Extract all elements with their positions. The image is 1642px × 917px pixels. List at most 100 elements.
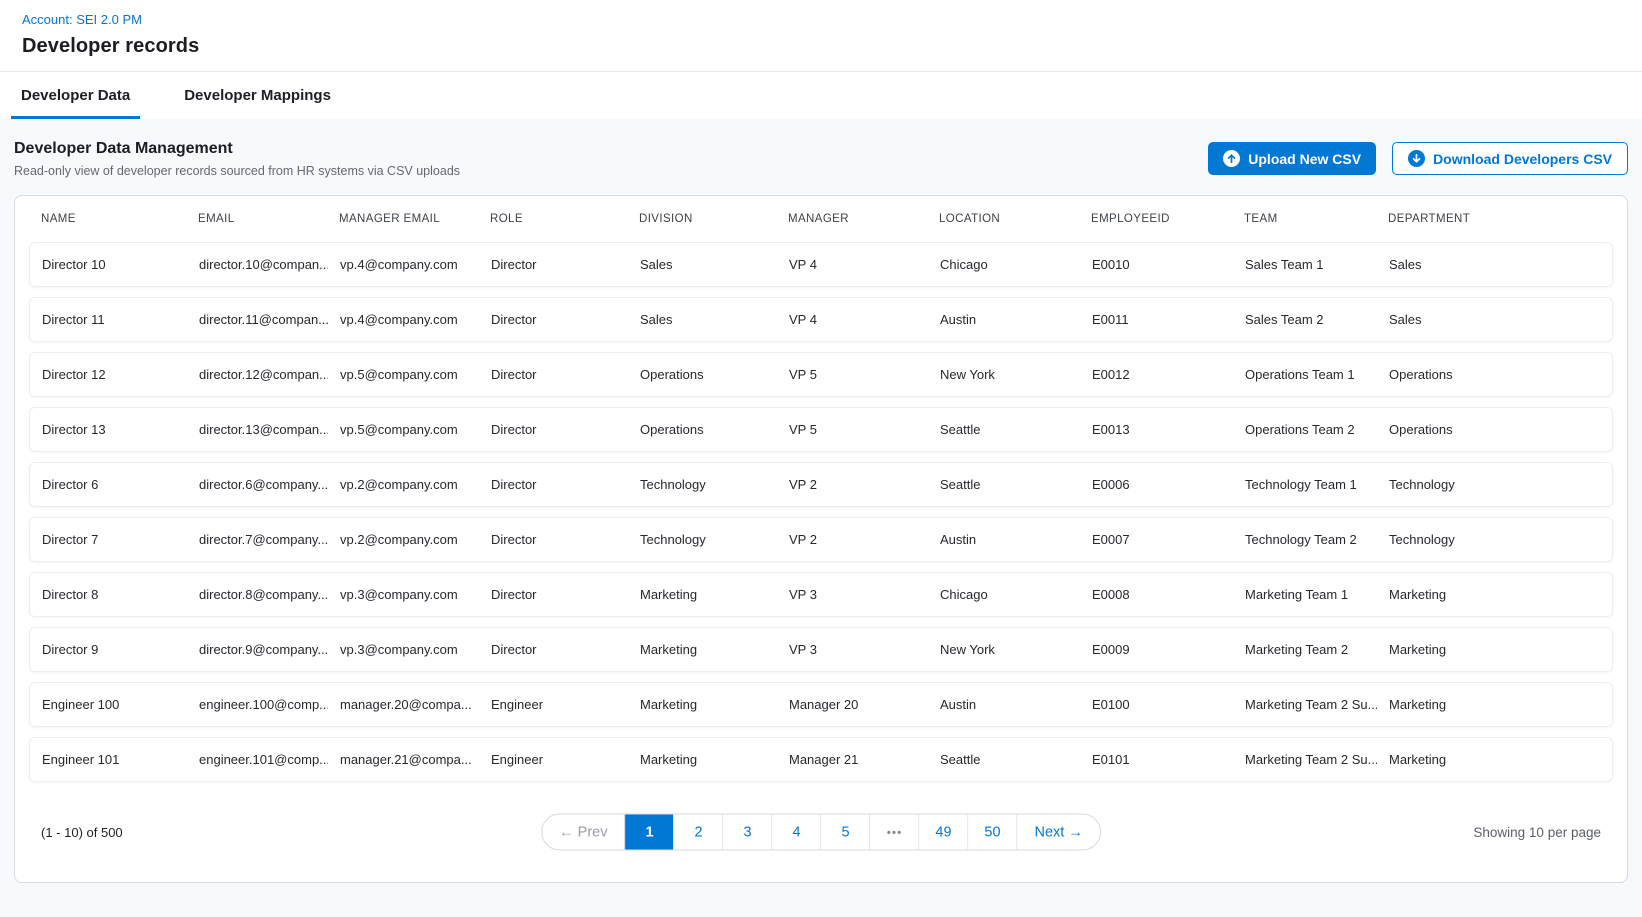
table-cell: Technology Team 1	[1233, 477, 1377, 492]
table-row: Director 9director.9@company....vp.3@com…	[29, 627, 1613, 672]
table-cell: engineer.101@comp...	[187, 752, 328, 767]
table-cell: vp.5@company.com	[328, 422, 479, 437]
table-cell: VP 2	[777, 532, 928, 547]
developer-data-panel: Developer Data Management Read-only view…	[0, 119, 1642, 917]
table-cell: New York	[928, 642, 1080, 657]
upload-new-csv-button[interactable]: Upload New CSV	[1208, 142, 1376, 175]
table-cell: Marketing	[628, 587, 777, 602]
tab-developer-data[interactable]: Developer Data	[11, 72, 140, 119]
pagination: ← Prev12345•••4950Next →	[541, 814, 1101, 851]
section-header: Developer Data Management Read-only view…	[14, 140, 1628, 178]
table-cell: Sales	[628, 312, 777, 327]
download-developers-csv-button[interactable]: Download Developers CSV	[1392, 142, 1628, 175]
table-cell: director.10@compan...	[187, 257, 328, 272]
table-cell: Director	[479, 587, 628, 602]
table-cell: VP 3	[777, 587, 928, 602]
table-cell: Marketing Team 2 Su...	[1233, 752, 1377, 767]
table-cell: Sales	[1377, 312, 1612, 327]
table-body: Director 10director.10@compan... vp.4@com…	[29, 242, 1613, 782]
table-row: Engineer 101engineer.101@comp...manager.…	[29, 737, 1613, 782]
table-cell: Marketing Team 2 Su...	[1233, 697, 1377, 712]
tab-bar: Developer Data Developer Mappings	[0, 72, 1642, 119]
page-button-2[interactable]: 2	[674, 815, 723, 850]
table-cell: Manager 20	[777, 697, 928, 712]
prev-page-button[interactable]: ← Prev	[542, 815, 624, 850]
table-cell: E0008	[1080, 587, 1233, 602]
table-cell: Director 9	[30, 642, 187, 657]
section-actions: Upload New CSV Download Developers CSV	[1208, 140, 1628, 175]
table-cell: Marketing	[628, 642, 777, 657]
column-header-location: LOCATION	[927, 213, 1079, 225]
table-footer: (1 - 10) of 500 ← Prev12345•••4950Next →…	[29, 782, 1613, 882]
table-cell: manager.20@compa...	[328, 697, 479, 712]
table-cell: Manager 21	[777, 752, 928, 767]
table-cell: Operations	[628, 422, 777, 437]
table-cell: director.7@company....	[187, 532, 328, 547]
column-header-division: DIVISION	[627, 213, 776, 225]
page-button-49[interactable]: 49	[919, 815, 968, 850]
page-button-3[interactable]: 3	[723, 815, 772, 850]
page-button-50[interactable]: 50	[968, 815, 1017, 850]
table-cell: vp.4@company.com	[328, 312, 479, 327]
page-button-1[interactable]: 1	[625, 815, 674, 850]
table-cell: Director 7	[30, 532, 187, 547]
table-cell: Sales Team 1	[1233, 257, 1377, 272]
next-page-button[interactable]: Next →	[1017, 815, 1100, 850]
table-row: Director 7director.7@company....vp.2@com…	[29, 517, 1613, 562]
upload-button-label: Upload New CSV	[1248, 151, 1361, 167]
table-row: Director 13director.13@compan...vp.5@com…	[29, 407, 1613, 452]
table-cell: E0011	[1080, 312, 1233, 327]
table-cell: vp.3@company.com	[328, 642, 479, 657]
table-cell: Director	[479, 367, 628, 382]
table-cell: Director	[479, 312, 628, 327]
table-cell: E0009	[1080, 642, 1233, 657]
tab-developer-mappings[interactable]: Developer Mappings	[174, 72, 341, 119]
table-cell: Seattle	[928, 752, 1080, 767]
table-cell: E0013	[1080, 422, 1233, 437]
table-cell: Austin	[928, 532, 1080, 547]
table-cell: vp.3@company.com	[328, 587, 479, 602]
table-cell: VP 4	[777, 312, 928, 327]
table-cell: Director	[479, 532, 628, 547]
page-button-4[interactable]: 4	[772, 815, 821, 850]
account-breadcrumb-link[interactable]: Account: SEI 2.0 PM	[22, 12, 142, 27]
table-cell: Chicago	[928, 587, 1080, 602]
column-header-employeeid: EMPLOYEEID	[1079, 213, 1232, 225]
table-cell: Marketing Team 1	[1233, 587, 1377, 602]
table-cell: VP 5	[777, 367, 928, 382]
table-cell: Engineer	[479, 697, 628, 712]
table-header: NAMEEMAILMANAGER EMAILROLEDIVISIONMANAGE…	[29, 196, 1613, 242]
table-cell: Director 10	[30, 257, 187, 272]
table-cell: Marketing	[628, 697, 777, 712]
table-row: Director 10director.10@compan...vp.4@com…	[29, 242, 1613, 287]
table-row: Director 6director.6@company....vp.2@com…	[29, 462, 1613, 507]
page-button-5[interactable]: 5	[821, 815, 870, 850]
table-cell: Director	[479, 422, 628, 437]
table-row: Engineer 100engineer.100@comp...manager.…	[29, 682, 1613, 727]
pagination-ellipsis: •••	[870, 815, 919, 850]
table-cell: Marketing	[1377, 697, 1612, 712]
table-cell: vp.2@company.com	[328, 532, 479, 547]
section-header-text: Developer Data Management Read-only view…	[14, 140, 460, 178]
table-cell: Seattle	[928, 477, 1080, 492]
table-cell: director.8@company....	[187, 587, 328, 602]
table-cell: E0012	[1080, 367, 1233, 382]
table-cell: E0101	[1080, 752, 1233, 767]
table-cell: Operations	[1377, 422, 1612, 437]
column-header-email: EMAIL	[186, 213, 327, 225]
table-cell: Director	[479, 257, 628, 272]
table-cell: Operations Team 1	[1233, 367, 1377, 382]
table-cell: Director 8	[30, 587, 187, 602]
table-cell: E0010	[1080, 257, 1233, 272]
table-cell: Operations	[628, 367, 777, 382]
column-header-name: NAME	[29, 213, 186, 225]
table-cell: Marketing	[628, 752, 777, 767]
table-cell: director.11@compan...	[187, 312, 328, 327]
per-page-text: Showing 10 per page	[1473, 825, 1601, 840]
table-cell: vp.2@company.com	[328, 477, 479, 492]
table-cell: vp.5@company.com	[328, 367, 479, 382]
table-cell: Director	[479, 477, 628, 492]
table-cell: Operations Team 2	[1233, 422, 1377, 437]
table-cell: Marketing	[1377, 642, 1612, 657]
table-cell: E0007	[1080, 532, 1233, 547]
